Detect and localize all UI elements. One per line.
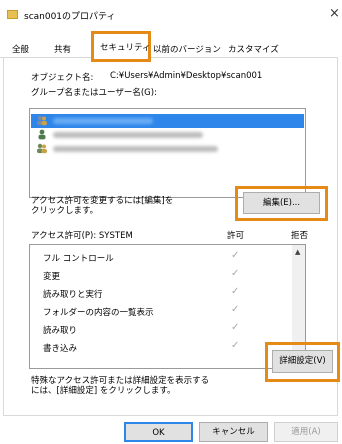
tab-customize[interactable]: カスタマイズ (228, 43, 279, 55)
advanced-button[interactable]: 詳細設定(V) (272, 350, 333, 373)
tab-sharing[interactable]: 共有 (54, 43, 71, 55)
apply-button[interactable]: 適用(A) (274, 422, 338, 442)
list-item[interactable] (31, 142, 304, 156)
cancel-button[interactable]: キャンセル (199, 422, 268, 442)
tab-general[interactable]: 全般 (12, 43, 29, 55)
user-name-redacted (53, 118, 153, 124)
user-name-redacted (53, 146, 218, 152)
users-list[interactable] (29, 108, 306, 198)
permission-name: 変更 (43, 272, 61, 282)
permission-name: フォルダーの内容の一覧表示 (43, 308, 154, 318)
advanced-hint: 特殊なアクセス許可または詳細設定を表示する には、[詳細設定] をクリックします… (31, 376, 210, 396)
allow-check-icon: ✓ (231, 268, 240, 279)
tab-strip: 全般 共有 以前のバージョン カスタマイズ (0, 0, 342, 62)
user-name-redacted (53, 132, 203, 138)
allow-column-header: 許可 (227, 231, 245, 241)
users-icon (37, 115, 47, 126)
edit-hint: アクセス許可を変更するには[編集]を クリックします。 (31, 196, 174, 216)
scroll-up-icon[interactable]: ▲ (295, 248, 300, 256)
edit-button[interactable]: 編集(E)... (243, 192, 320, 214)
permissions-label: アクセス許可(P): SYSTEM (31, 231, 133, 241)
list-item[interactable] (31, 128, 304, 142)
allow-check-icon: ✓ (231, 340, 240, 351)
allow-check-icon: ✓ (231, 286, 240, 297)
group-label: グループ名またはユーザー名(G): (31, 88, 157, 98)
list-item[interactable] (31, 114, 304, 128)
permission-name: フル コントロール (43, 254, 114, 264)
allow-check-icon: ✓ (231, 304, 240, 315)
deny-column-header: 拒否 (291, 231, 309, 241)
permission-name: 読み取りと実行 (43, 290, 103, 300)
object-path: C:¥Users¥Admin¥Desktop¥scan001 (110, 71, 263, 81)
object-name-label: オブジェクト名: (31, 73, 94, 83)
permission-name: 読み取り (43, 326, 78, 336)
allow-check-icon: ✓ (231, 250, 240, 261)
user-icon (38, 129, 46, 140)
allow-check-icon: ✓ (231, 322, 240, 333)
ok-button[interactable]: OK (124, 422, 193, 442)
permission-name: 書き込み (43, 344, 78, 354)
tab-security-label: セキュリティ (100, 43, 151, 53)
users-icon (37, 143, 47, 154)
tab-previous-versions[interactable]: 以前のバージョン (153, 43, 221, 55)
